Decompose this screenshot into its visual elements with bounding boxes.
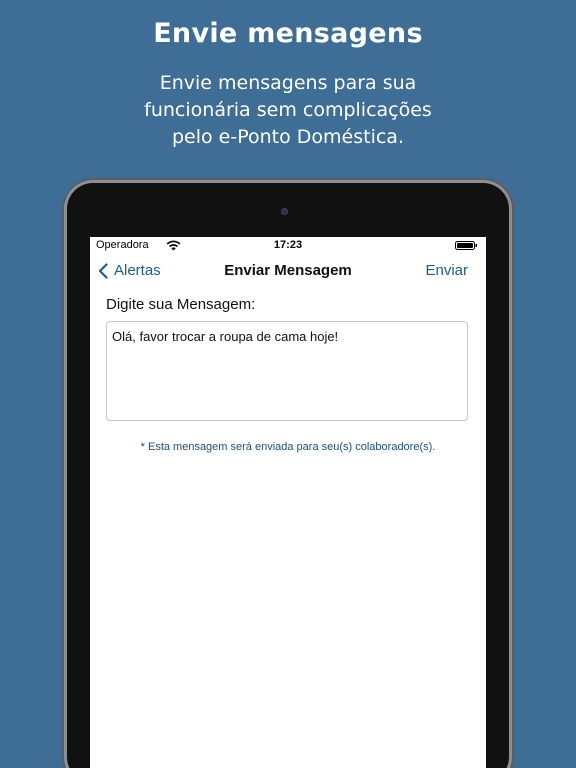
promo-subtitle-line: funcionária sem complicações — [144, 99, 432, 121]
battery-icon — [455, 241, 477, 250]
message-label: Digite sua Mensagem: — [106, 296, 256, 313]
promo-subtitle-line: Envie mensagens para sua — [159, 72, 417, 94]
nav-bar: Alertas Enviar Mensagem Enviar — [90, 253, 486, 289]
message-note: * Esta mensagem será enviada para seu(s)… — [140, 441, 436, 453]
promo-subtitle-line: pelo e-Ponto Doméstica. — [171, 126, 404, 148]
status-bar: Operadora 17:23 — [90, 237, 486, 253]
app-screen: Operadora 17:23 Alertas Enviar Mensagem — [90, 237, 486, 768]
camera-icon — [281, 208, 288, 215]
promo-title: Envie mensagens — [153, 18, 423, 49]
status-time: 17:23 — [273, 239, 303, 251]
send-button[interactable]: Enviar — [425, 262, 468, 279]
message-input[interactable]: Olá, favor trocar a roupa de cama hoje! — [106, 321, 468, 421]
promo-subtitle: Envie mensagens para sua funcionária sem… — [0, 70, 576, 151]
tablet-frame: Operadora 17:23 Alertas Enviar Mensagem — [67, 183, 509, 768]
